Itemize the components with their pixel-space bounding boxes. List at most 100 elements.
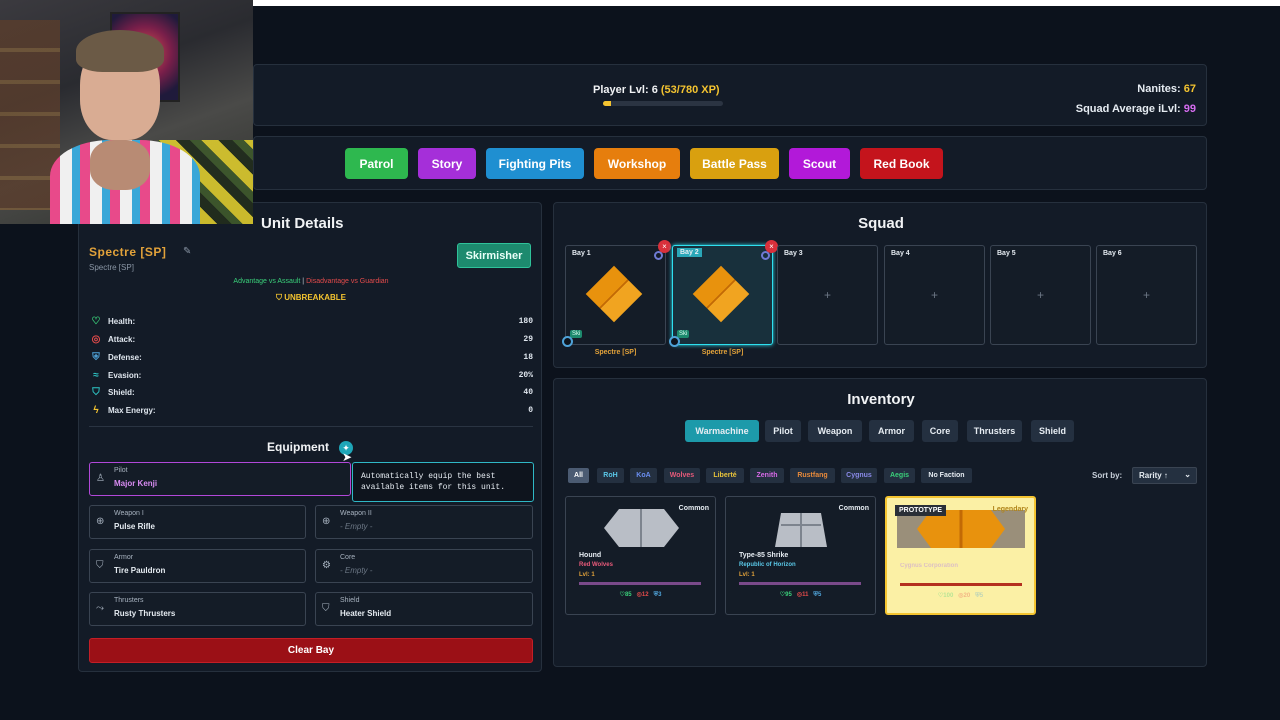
trait-badge: ⛉ UNBREAKABLE bbox=[275, 293, 346, 302]
inventory-title: Inventory bbox=[847, 391, 915, 408]
pilot-ring-icon bbox=[562, 336, 573, 347]
tab-pilot[interactable]: Pilot bbox=[765, 420, 801, 442]
squad-bay-2[interactable]: Bay 2 Ski × bbox=[669, 240, 778, 347]
shield-outline-icon: ⛉ bbox=[322, 603, 330, 614]
slot-weapon-2[interactable]: ⊕ Weapon II - Empty - bbox=[315, 505, 533, 539]
thruster-icon: ⤳ bbox=[96, 603, 104, 614]
target-icon: ◎ bbox=[91, 333, 101, 345]
cog-icon: ⚙ bbox=[322, 560, 331, 571]
pilot-ring-icon bbox=[669, 336, 680, 347]
clear-bay-button[interactable]: Clear Bay bbox=[89, 638, 533, 663]
nav-fighting-pits-button[interactable]: Fighting Pits bbox=[486, 148, 584, 179]
stat-attack: ◎ Attack: 29 bbox=[89, 332, 533, 346]
nav-story-button[interactable]: Story bbox=[418, 148, 476, 179]
sort-label: Sort by: bbox=[1092, 471, 1123, 480]
warmachine-image bbox=[585, 265, 643, 323]
stat-evasion: ≈ Evasion: 20% bbox=[89, 368, 533, 382]
add-unit-icon: + bbox=[930, 288, 938, 302]
inventory-card-shrike[interactable]: Common Type-85 Shrike Republic of Horizo… bbox=[725, 496, 876, 615]
mech-image bbox=[775, 513, 827, 547]
stat-max-energy: ϟ Max Energy: 0 bbox=[89, 403, 533, 417]
tab-weapon[interactable]: Weapon bbox=[808, 420, 862, 442]
inventory-card-hound[interactable]: Common Hound Red Wolves Lvl: 1 ♡85 ◎12 ⛨… bbox=[565, 496, 716, 615]
person-icon: ♙ bbox=[96, 473, 105, 484]
tab-thrusters[interactable]: Thrusters bbox=[967, 420, 1022, 442]
nav-patrol-button[interactable]: Patrol bbox=[345, 148, 408, 179]
mech-image bbox=[604, 509, 679, 547]
unit-details-title: Unit Details bbox=[261, 215, 344, 232]
sort-select[interactable]: Rarity ↑ ⌄ bbox=[1132, 467, 1197, 484]
filter-aegis[interactable]: Aegis bbox=[884, 468, 915, 483]
filter-roh[interactable]: RoH bbox=[597, 468, 624, 483]
filter-koa[interactable]: KoA bbox=[630, 468, 657, 483]
prototype-badge: PROTOTYPE bbox=[895, 505, 947, 516]
crosshair-icon: ⊕ bbox=[322, 516, 331, 527]
inventory-card-prototype[interactable]: PROTOTYPE Legendary Cygnus Corporation ♡… bbox=[885, 496, 1036, 615]
warmachine-image bbox=[692, 265, 750, 323]
tab-core[interactable]: Core bbox=[922, 420, 958, 442]
shield-check-icon: ⛉ bbox=[275, 293, 282, 302]
squad-bay-4[interactable]: Bay 4 + bbox=[884, 245, 985, 345]
tab-shield[interactable]: Shield bbox=[1031, 420, 1074, 442]
webcam-overlay bbox=[0, 0, 253, 224]
shield-icon: ⛨ bbox=[92, 351, 100, 363]
unit-subname: Spectre [SP] bbox=[89, 263, 134, 272]
squad-bay-1[interactable]: Bay 1 Ski × bbox=[562, 240, 671, 347]
shield-outline-icon: ⛉ bbox=[92, 386, 100, 398]
filter-wolves[interactable]: Wolves bbox=[664, 468, 700, 483]
filter-cygnus[interactable]: Cygnus bbox=[841, 468, 877, 483]
role-badge: Skirmisher bbox=[457, 243, 531, 268]
slot-shield[interactable]: ⛉ Shield Heater Shield bbox=[315, 592, 533, 626]
squad-bay-6[interactable]: Bay 6 + bbox=[1096, 245, 1197, 345]
unit-name: Spectre [SP] bbox=[89, 245, 167, 259]
top-strip bbox=[253, 0, 1280, 6]
nav-workshop-button[interactable]: Workshop bbox=[594, 148, 680, 179]
squad-title: Squad bbox=[858, 215, 904, 232]
add-unit-icon: + bbox=[1142, 288, 1150, 302]
bay-unit-name: Spectre [SP] bbox=[701, 349, 744, 356]
tab-armor[interactable]: Armor bbox=[869, 420, 914, 442]
main-nav: Patrol Story Fighting Pits Workshop Batt… bbox=[253, 136, 1207, 190]
matchup-line: Advantage vs Assault | Disadvantage vs G… bbox=[233, 278, 389, 285]
mouse-cursor-icon: ➤ bbox=[342, 450, 353, 464]
role-tag: Ski bbox=[570, 330, 583, 338]
divider bbox=[89, 426, 533, 427]
stat-health: ♡ Health: 180 bbox=[89, 314, 533, 328]
role-tag: Ski bbox=[677, 330, 690, 338]
squad-bay-5[interactable]: Bay 5 + bbox=[990, 245, 1091, 345]
heart-icon: ♡ bbox=[91, 315, 101, 327]
unit-details-panel: Unit Details Spectre [SP] ✎ Spectre [SP]… bbox=[78, 202, 542, 672]
filter-liberte[interactable]: Liberté bbox=[706, 468, 744, 483]
squad-bay-3[interactable]: Bay 3 + bbox=[777, 245, 878, 345]
stat-defense: ⛨ Defense: 18 bbox=[89, 350, 533, 364]
player-level: Player Lvl: 6 (53/780 XP) bbox=[593, 84, 720, 96]
edit-pencil-icon[interactable]: ✎ bbox=[183, 246, 191, 257]
nav-scout-button[interactable]: Scout bbox=[789, 148, 850, 179]
slot-pilot[interactable]: ♙ Pilot Major Kenji bbox=[89, 462, 351, 496]
remove-unit-icon[interactable]: × bbox=[658, 240, 671, 253]
filter-rustfang[interactable]: Rustfang bbox=[790, 468, 835, 483]
filter-no-faction[interactable]: No Faction bbox=[921, 468, 972, 483]
slot-weapon-1[interactable]: ⊕ Weapon I Pulse Rifle bbox=[89, 505, 306, 539]
slot-core[interactable]: ⚙ Core - Empty - bbox=[315, 549, 533, 583]
filter-zenith[interactable]: Zenith bbox=[750, 468, 784, 483]
squad-panel: Squad Bay 1 Ski × Spectre [SP] Bay 2 Ski… bbox=[553, 202, 1207, 368]
crosshair-icon: ⊕ bbox=[96, 516, 105, 527]
resource-stats: Nanites: 67 Squad Average iLvl: 99 bbox=[1075, 83, 1196, 115]
slot-thrusters[interactable]: ⤳ Thrusters Rusty Thrusters bbox=[89, 592, 306, 626]
tab-warmachine[interactable]: Warmachine bbox=[685, 420, 759, 442]
slot-armor[interactable]: ⛉ Armor Tire Pauldron bbox=[89, 549, 306, 583]
nav-battle-pass-button[interactable]: Battle Pass bbox=[690, 148, 779, 179]
add-unit-icon: + bbox=[1036, 288, 1044, 302]
auto-equip-tooltip: Automatically equip the best available i… bbox=[352, 462, 534, 502]
player-header: Player Lvl: 6 (53/780 XP) Nanites: 67 Sq… bbox=[253, 64, 1207, 126]
nanites-value: 67 bbox=[1183, 83, 1196, 95]
inventory-panel: Inventory Warmachine Pilot Weapon Armor … bbox=[553, 378, 1207, 667]
streamer bbox=[50, 30, 200, 224]
filter-all[interactable]: All bbox=[568, 468, 589, 483]
stat-shield: ⛉ Shield: 40 bbox=[89, 385, 533, 399]
squad-ilvl-value: 99 bbox=[1183, 103, 1196, 115]
xp-progress-bar bbox=[603, 101, 723, 106]
bolt-icon: ϟ bbox=[93, 404, 99, 416]
nav-red-book-button[interactable]: Red Book bbox=[860, 148, 943, 179]
